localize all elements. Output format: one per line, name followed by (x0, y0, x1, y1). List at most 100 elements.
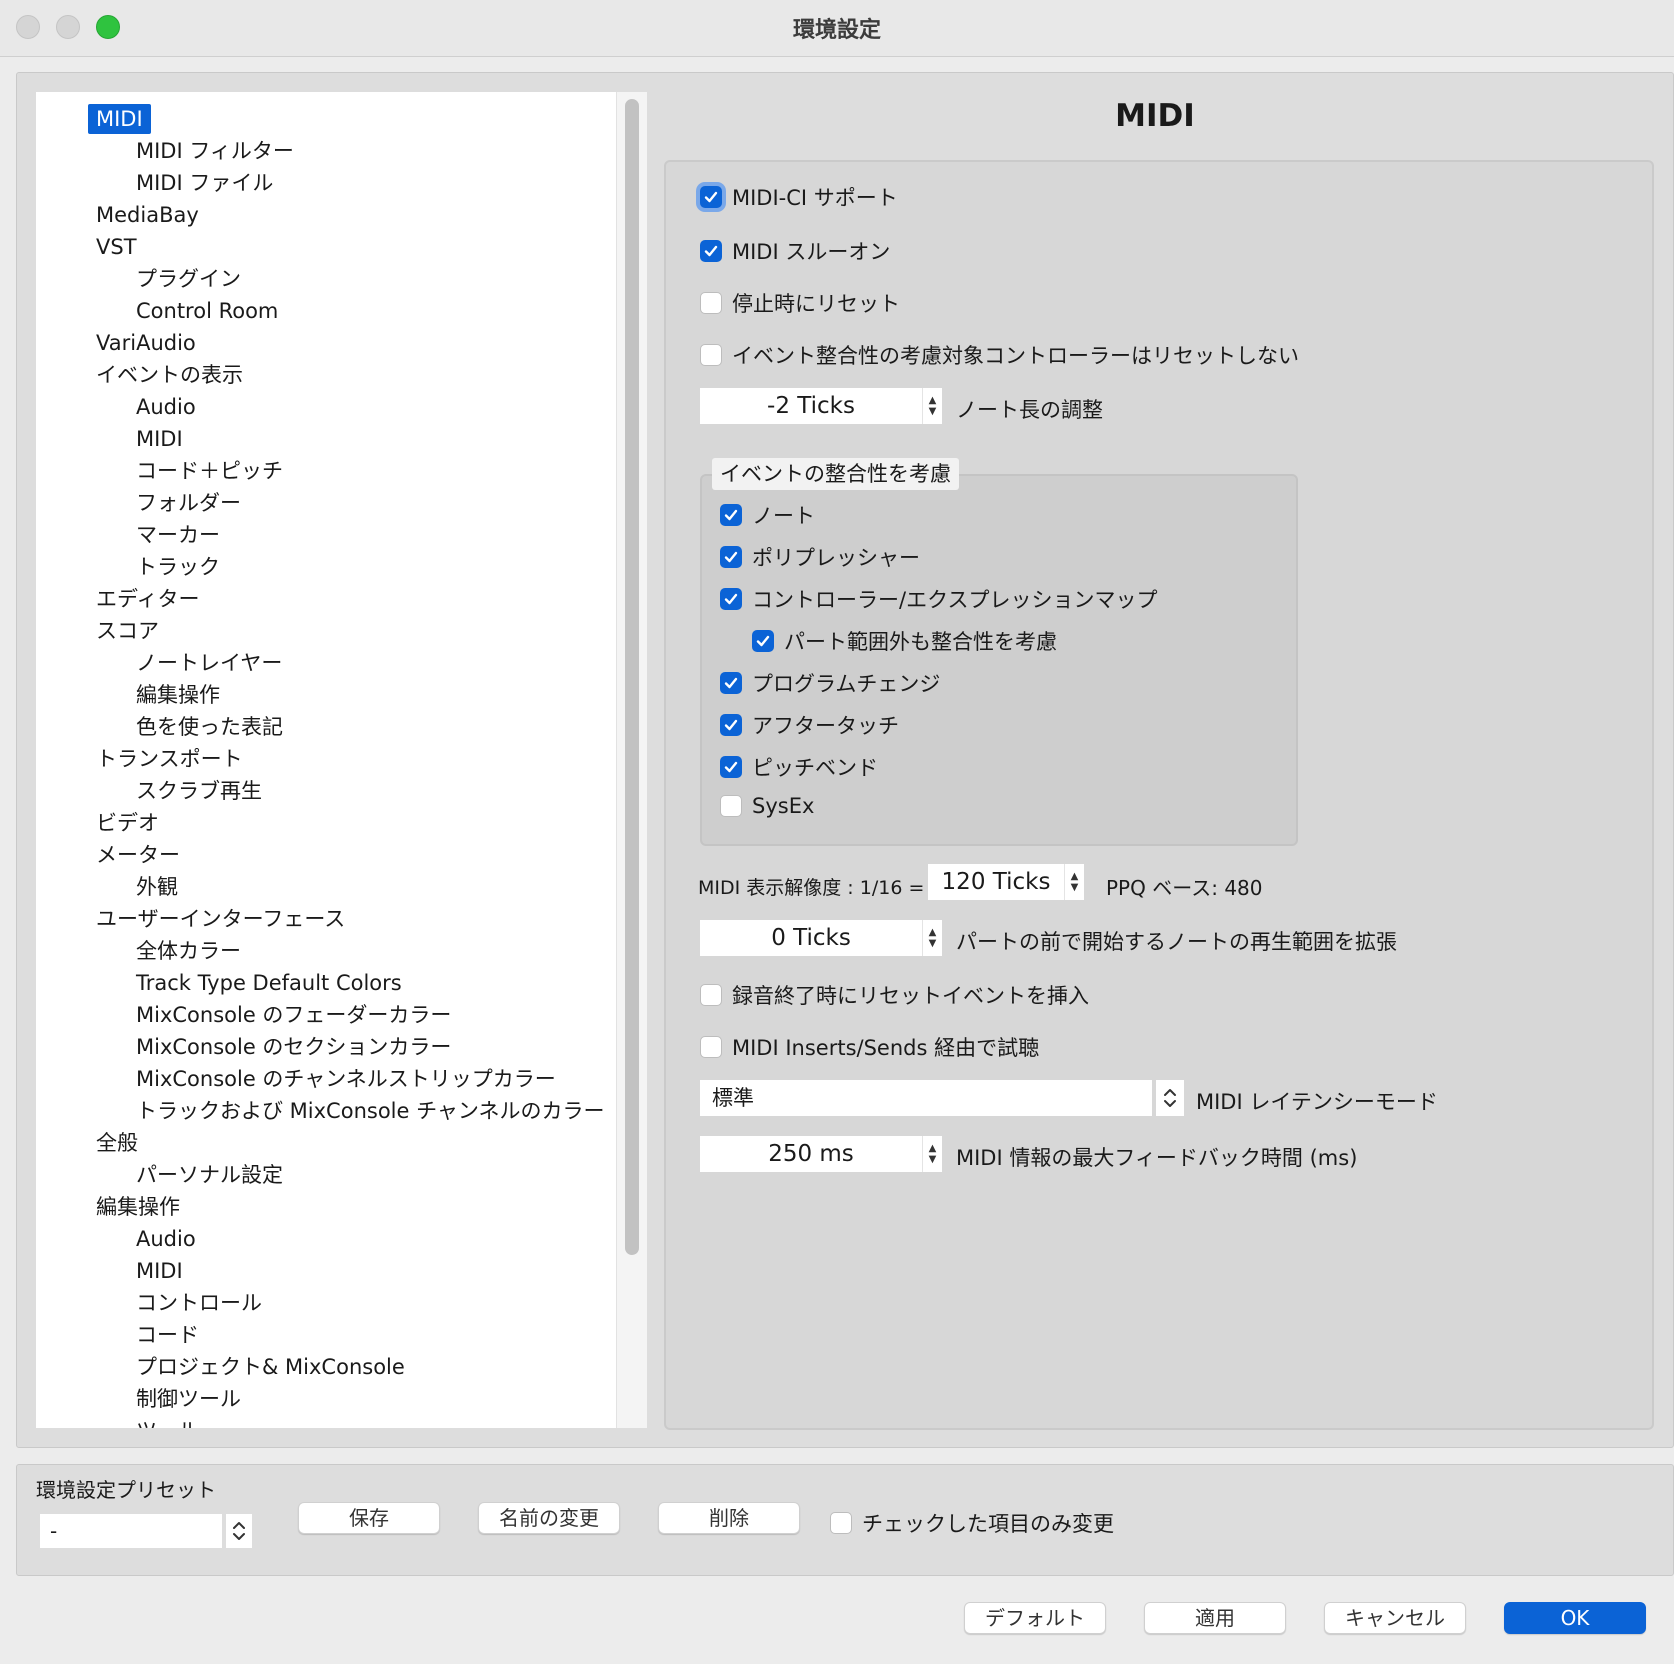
length-adjust-stepper[interactable]: ▲ ▼ (922, 388, 942, 424)
tree-item[interactable]: スクラブ再生 (136, 776, 262, 806)
tree-item[interactable]: VariAudio (96, 328, 196, 358)
tree-item[interactable]: エディター (96, 584, 200, 614)
only-checked-checkbox[interactable] (830, 1512, 852, 1534)
tree-item[interactable]: MIDI (136, 1256, 183, 1286)
tree-item[interactable]: コントロール (136, 1288, 262, 1318)
tree-item[interactable]: トラックおよび MixConsole チャンネルのカラー (136, 1096, 604, 1126)
tree-item[interactable]: コード (136, 1320, 199, 1350)
tree-item[interactable]: パーソナル設定 (136, 1160, 283, 1190)
chase-item-row[interactable]: アフタータッチ (720, 710, 899, 740)
checkmark-icon (724, 677, 738, 689)
tree-item[interactable]: Control Room (136, 296, 278, 326)
midi-thru-label: MIDI スルーオン (732, 240, 891, 264)
tree-item[interactable]: Audio (136, 1224, 196, 1254)
tree-item[interactable]: Audio (136, 392, 196, 422)
latency-mode-stepper[interactable] (1156, 1080, 1184, 1116)
tree-item[interactable]: ビデオ (96, 808, 159, 838)
chevron-down-icon: ▼ (928, 938, 937, 949)
tree-item[interactable]: 色を使った表記 (136, 712, 283, 742)
tree-item[interactable]: ユーザーインターフェース (96, 904, 345, 934)
display-resolution-stepper[interactable]: ▲ ▼ (1064, 864, 1084, 900)
no-reset-chase-checkbox[interactable] (700, 344, 722, 366)
ppq-base-label: PPQ ベース: 480 (1106, 876, 1263, 900)
chase-item-checkbox[interactable] (752, 630, 774, 652)
max-feedback-stepper[interactable]: ▲ ▼ (922, 1136, 942, 1172)
tree-item[interactable]: マーカー (136, 520, 220, 550)
tree-item[interactable]: イベントの表示 (96, 360, 243, 390)
chase-item-row[interactable]: プログラムチェンジ (720, 668, 940, 698)
tree-item[interactable]: スコア (96, 616, 159, 646)
delete-preset-button[interactable]: 削除 (658, 1502, 800, 1534)
tree-item[interactable]: 全般 (96, 1128, 138, 1158)
tree-item[interactable]: MixConsole のチャンネルストリップカラー (136, 1064, 556, 1094)
tree-item[interactable]: MixConsole のセクションカラー (136, 1032, 451, 1062)
save-preset-button[interactable]: 保存 (298, 1502, 440, 1534)
midi-ci-support-checkbox[interactable] (700, 186, 722, 208)
apply-button[interactable]: 適用 (1144, 1602, 1286, 1634)
tree-item[interactable]: MediaBay (96, 200, 199, 230)
tree-item[interactable]: プラグイン (136, 264, 241, 294)
tree-item[interactable]: MIDI (136, 424, 183, 454)
chase-item-row[interactable]: パート範囲外も整合性を考慮 (752, 626, 1057, 656)
chase-item-label: アフタータッチ (752, 714, 899, 738)
length-adjust-field[interactable]: -2 Ticks (700, 388, 922, 424)
tree-item[interactable]: 制御ツール (136, 1384, 241, 1414)
reset-on-stop-checkbox[interactable] (700, 292, 722, 314)
tree-item[interactable]: コード＋ピッチ (136, 456, 283, 486)
chase-item-row[interactable]: ピッチベンド (720, 752, 878, 782)
tree-item[interactable]: 全体カラー (136, 936, 241, 966)
reset-on-stop-row[interactable]: 停止時にリセット (700, 288, 900, 318)
midi-ci-support-row[interactable]: MIDI-CI サポート (700, 182, 898, 212)
no-reset-chase-row[interactable]: イベント整合性の考慮対象コントローラーはリセットしない (700, 340, 1299, 370)
tree-item[interactable]: プロジェクト& MixConsole (136, 1352, 405, 1382)
insert-reset-label: 録音終了時にリセットイベントを挿入 (732, 984, 1089, 1008)
cancel-button[interactable]: キャンセル (1324, 1602, 1466, 1634)
tree-item[interactable]: MIDI フィルター (136, 136, 294, 166)
max-feedback-field[interactable]: 250 ms (700, 1136, 922, 1172)
chase-item-row[interactable]: コントローラー/エクスプレッションマップ (720, 584, 1157, 614)
display-resolution-field[interactable]: 120 Ticks (928, 864, 1064, 900)
chase-item-row[interactable]: SysEx (720, 794, 814, 818)
extend-playback-field[interactable]: 0 Ticks (700, 920, 922, 956)
tree-item[interactable]: 編集操作 (96, 1192, 180, 1222)
insert-reset-checkbox[interactable] (700, 984, 722, 1006)
chase-item-row[interactable]: ポリプレッシャー (720, 542, 920, 572)
chase-item-checkbox[interactable] (720, 588, 742, 610)
tree-item[interactable]: 編集操作 (136, 680, 220, 710)
tree-item[interactable]: メーター (96, 840, 180, 870)
midi-thru-checkbox[interactable] (700, 240, 722, 262)
tree-item[interactable]: 外観 (136, 872, 178, 902)
only-checked-row[interactable]: チェックした項目のみ変更 (830, 1508, 1114, 1538)
tree-item[interactable]: Track Type Default Colors (136, 968, 402, 998)
audition-inserts-row[interactable]: MIDI Inserts/Sends 経由で試聴 (700, 1032, 1039, 1062)
tree-item[interactable]: ノートレイヤー (136, 648, 282, 678)
tree-item[interactable]: MIDI (88, 104, 151, 134)
midi-thru-row[interactable]: MIDI スルーオン (700, 236, 890, 266)
chase-item-checkbox[interactable] (720, 714, 742, 736)
tree-item[interactable]: フォルダー (136, 488, 241, 518)
category-tree[interactable]: MIDI MIDI フィルター MIDI ファイル MediaBay VST プラグイン C… (36, 92, 646, 1428)
chase-item-checkbox[interactable] (720, 795, 742, 817)
chase-item-checkbox[interactable] (720, 504, 742, 526)
default-button[interactable]: デフォルト (964, 1602, 1106, 1634)
tree-item[interactable]: ツール (136, 1416, 199, 1428)
preset-select[interactable]: - (40, 1514, 222, 1548)
chase-item-checkbox[interactable] (720, 756, 742, 778)
preset-stepper[interactable] (226, 1514, 252, 1548)
chevron-down-icon: ▼ (928, 1154, 937, 1165)
tree-item[interactable]: トランスポート (96, 744, 243, 774)
ok-button[interactable]: OK (1504, 1602, 1646, 1634)
insert-reset-row[interactable]: 録音終了時にリセットイベントを挿入 (700, 980, 1089, 1010)
rename-preset-button[interactable]: 名前の変更 (478, 1502, 620, 1534)
tree-scrollbar-thumb[interactable] (625, 99, 639, 1255)
audition-inserts-checkbox[interactable] (700, 1036, 722, 1058)
chase-item-row[interactable]: ノート (720, 500, 815, 530)
tree-item[interactable]: MixConsole のフェーダーカラー (136, 1000, 451, 1030)
tree-item[interactable]: VST (96, 232, 137, 262)
latency-mode-select[interactable]: 標準 (700, 1080, 1152, 1116)
tree-item[interactable]: MIDI ファイル (136, 168, 273, 198)
tree-item[interactable]: トラック (136, 552, 220, 582)
chase-item-checkbox[interactable] (720, 672, 742, 694)
chase-item-checkbox[interactable] (720, 546, 742, 568)
extend-playback-stepper[interactable]: ▲ ▼ (922, 920, 942, 956)
